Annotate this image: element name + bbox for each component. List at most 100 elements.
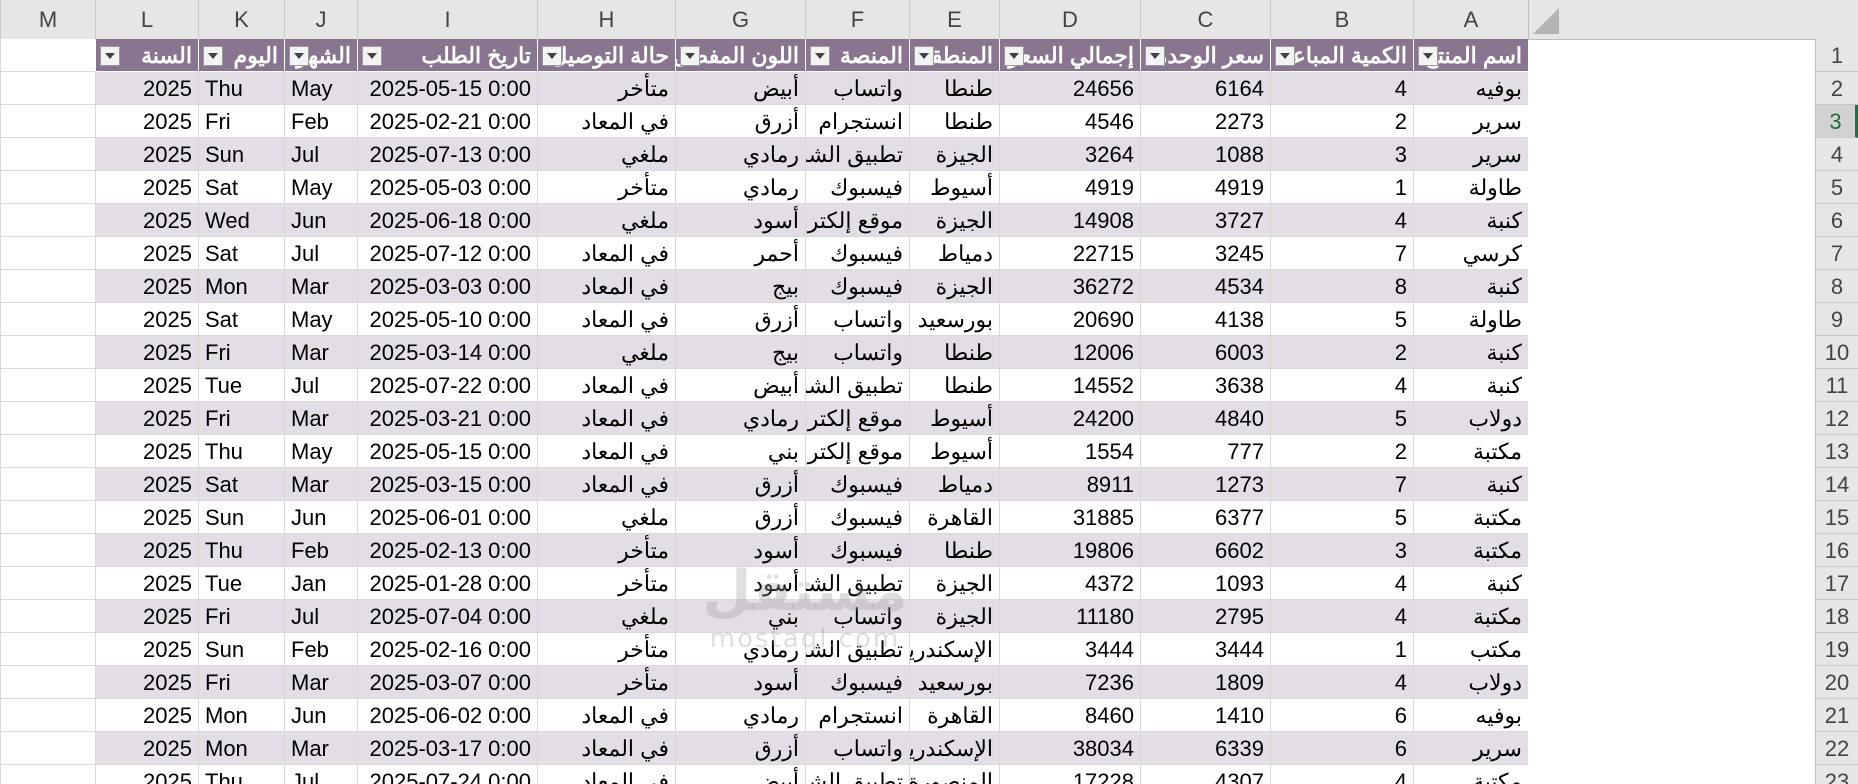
cell-G4[interactable]: رمادي xyxy=(675,138,805,171)
row-header-11[interactable]: 11 xyxy=(1815,369,1858,402)
cell-J4[interactable]: Jul xyxy=(284,138,357,171)
cell-G9[interactable]: أزرق xyxy=(675,303,805,336)
cell-A4[interactable]: سرير xyxy=(1413,138,1528,171)
cell-M10[interactable] xyxy=(0,336,95,369)
cell-B17[interactable]: 4 xyxy=(1270,567,1413,600)
cell-A10[interactable]: كنبة xyxy=(1413,336,1528,369)
cell-G12[interactable]: رمادي xyxy=(675,402,805,435)
cell-B7[interactable]: 7 xyxy=(1270,237,1413,270)
cell-M21[interactable] xyxy=(0,699,95,732)
cell-G15[interactable]: أزرق xyxy=(675,501,805,534)
cell-E12[interactable]: أسيوط xyxy=(909,402,999,435)
cell-F22[interactable]: واتساب xyxy=(805,732,909,765)
cell-F2[interactable]: واتساب xyxy=(805,72,909,105)
cell-I12[interactable]: 2025-03-21 0:00 xyxy=(357,402,537,435)
cell-G10[interactable]: بيج xyxy=(675,336,805,369)
cell-L4[interactable]: 2025 xyxy=(95,138,198,171)
cell-D4[interactable]: 3264 xyxy=(999,138,1140,171)
cell-M12[interactable] xyxy=(0,402,95,435)
cell-B8[interactable]: 8 xyxy=(1270,270,1413,303)
cell-E23[interactable]: المنصورة xyxy=(909,765,999,784)
cell-K5[interactable]: Sat xyxy=(198,171,284,204)
cell-D8[interactable]: 36272 xyxy=(999,270,1140,303)
cell-I14[interactable]: 2025-03-15 0:00 xyxy=(357,468,537,501)
cell-M1[interactable] xyxy=(0,39,95,72)
cell-K7[interactable]: Sat xyxy=(198,237,284,270)
cell-F20[interactable]: فيسبوك xyxy=(805,666,909,699)
cell-M6[interactable] xyxy=(0,204,95,237)
cell-C14[interactable]: 1273 xyxy=(1140,468,1270,501)
cell-G8[interactable]: بيج xyxy=(675,270,805,303)
cell-L19[interactable]: 2025 xyxy=(95,633,198,666)
filter-dropdown-button[interactable] xyxy=(1145,46,1165,66)
cell-M19[interactable] xyxy=(0,633,95,666)
cell-E20[interactable]: بورسعيد xyxy=(909,666,999,699)
row-header-8[interactable]: 8 xyxy=(1815,270,1858,303)
cell-A22[interactable]: سرير xyxy=(1413,732,1528,765)
cell-E6[interactable]: الجيزة xyxy=(909,204,999,237)
cell-B12[interactable]: 5 xyxy=(1270,402,1413,435)
cell-C2[interactable]: 6164 xyxy=(1140,72,1270,105)
cell-A2[interactable]: بوفيه xyxy=(1413,72,1528,105)
filter-dropdown-button[interactable] xyxy=(1275,46,1295,66)
cell-K14[interactable]: Sat xyxy=(198,468,284,501)
column-header-A[interactable]: A xyxy=(1413,0,1528,39)
cell-F17[interactable]: تطبيق الشركة xyxy=(805,567,909,600)
header-platform[interactable]: المنصة xyxy=(805,39,909,72)
filter-dropdown-button[interactable] xyxy=(680,46,700,66)
cell-D11[interactable]: 14552 xyxy=(999,369,1140,402)
row-header-13[interactable]: 13 xyxy=(1815,435,1858,468)
cell-J18[interactable]: Jul xyxy=(284,600,357,633)
filter-dropdown-button[interactable] xyxy=(1418,46,1438,66)
cell-K21[interactable]: Mon xyxy=(198,699,284,732)
select-all-corner[interactable] xyxy=(1528,0,1858,39)
cell-H3[interactable]: في المعاد xyxy=(537,105,675,138)
cell-E5[interactable]: أسيوط xyxy=(909,171,999,204)
cell-C8[interactable]: 4534 xyxy=(1140,270,1270,303)
column-header-H[interactable]: H xyxy=(537,0,675,39)
cell-M8[interactable] xyxy=(0,270,95,303)
cell-H14[interactable]: في المعاد xyxy=(537,468,675,501)
cell-M11[interactable] xyxy=(0,369,95,402)
cell-L12[interactable]: 2025 xyxy=(95,402,198,435)
cell-J16[interactable]: Feb xyxy=(284,534,357,567)
row-header-19[interactable]: 19 xyxy=(1815,633,1858,666)
cell-G23[interactable]: أبيض xyxy=(675,765,805,784)
cell-L20[interactable]: 2025 xyxy=(95,666,198,699)
cell-C15[interactable]: 6377 xyxy=(1140,501,1270,534)
header-year[interactable]: السنة xyxy=(95,39,198,72)
cell-G20[interactable]: أسود xyxy=(675,666,805,699)
cell-D17[interactable]: 4372 xyxy=(999,567,1140,600)
row-header-2[interactable]: 2 xyxy=(1815,72,1858,105)
cell-C19[interactable]: 3444 xyxy=(1140,633,1270,666)
header-delivery-status[interactable]: حالة التوصيل xyxy=(537,39,675,72)
cell-A16[interactable]: مكتبة xyxy=(1413,534,1528,567)
cell-D15[interactable]: 31885 xyxy=(999,501,1140,534)
cell-F7[interactable]: فيسبوك xyxy=(805,237,909,270)
cell-M18[interactable] xyxy=(0,600,95,633)
cell-D3[interactable]: 4546 xyxy=(999,105,1140,138)
cell-F18[interactable]: واتساب xyxy=(805,600,909,633)
cell-B13[interactable]: 2 xyxy=(1270,435,1413,468)
cell-A15[interactable]: مكتبة xyxy=(1413,501,1528,534)
cell-J7[interactable]: Jul xyxy=(284,237,357,270)
cell-B9[interactable]: 5 xyxy=(1270,303,1413,336)
cell-E19[interactable]: الإسكندرية xyxy=(909,633,999,666)
row-header-16[interactable]: 16 xyxy=(1815,534,1858,567)
cell-C4[interactable]: 1088 xyxy=(1140,138,1270,171)
row-header-7[interactable]: 7 xyxy=(1815,237,1858,270)
row-header-12[interactable]: 12 xyxy=(1815,402,1858,435)
cell-D5[interactable]: 4919 xyxy=(999,171,1140,204)
cell-F21[interactable]: انستجرام xyxy=(805,699,909,732)
cell-F15[interactable]: فيسبوك xyxy=(805,501,909,534)
cell-F9[interactable]: واتساب xyxy=(805,303,909,336)
cell-A23[interactable]: مكتبة xyxy=(1413,765,1528,784)
cell-K22[interactable]: Mon xyxy=(198,732,284,765)
cell-L11[interactable]: 2025 xyxy=(95,369,198,402)
cell-J15[interactable]: Jun xyxy=(284,501,357,534)
cell-A7[interactable]: كرسي xyxy=(1413,237,1528,270)
cell-L18[interactable]: 2025 xyxy=(95,600,198,633)
cell-L8[interactable]: 2025 xyxy=(95,270,198,303)
cell-G17[interactable]: أسود xyxy=(675,567,805,600)
cell-H2[interactable]: متأخر xyxy=(537,72,675,105)
